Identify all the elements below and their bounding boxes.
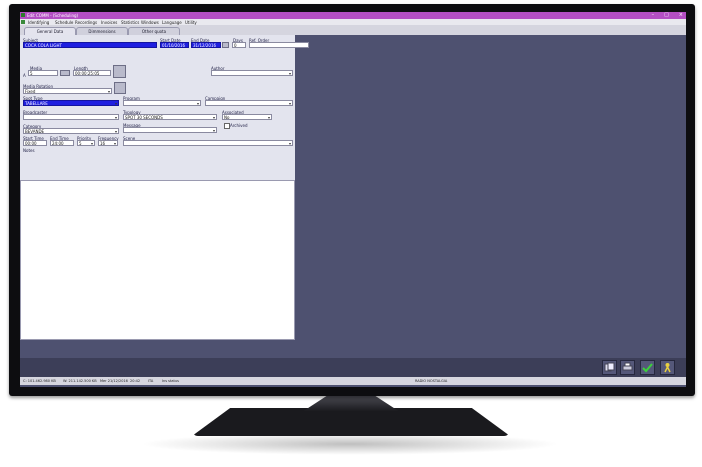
calendar-button[interactable] [222,42,229,48]
tab-strip: General Data Dimmensions Other quota [20,25,686,36]
action-bar [20,358,686,377]
status-time: 20:42 [130,379,141,383]
status-disk-c: C: 101.462.980 KB [23,379,56,383]
app-icon [21,13,25,17]
media-field[interactable]: 5 [28,70,58,76]
maximize-button[interactable]: □ [664,12,669,19]
window-title: Edit COMM - (Scheduling) [27,13,79,18]
author-select[interactable] [211,70,293,76]
archived-label: Archived [230,123,248,128]
campaign-select[interactable] [205,100,293,106]
monitor-stand-base [192,408,510,436]
days-field[interactable]: 0 [232,42,246,48]
start-time-field[interactable]: 00:00 [23,140,47,146]
print-icon[interactable] [620,360,635,375]
associated-select[interactable]: No [222,114,272,120]
broadcaster-select[interactable] [23,114,119,120]
status-language: ITA [148,379,154,383]
priority-select[interactable]: 5 [77,140,95,146]
rotation-settings-button[interactable] [114,82,126,94]
subject-field[interactable]: COCA COLA LIGHT [23,42,157,48]
start-date-field[interactable]: 01/10/2016 [160,42,189,48]
status-bar: C: 101.462.980 KB W: 211.142.500 KB Mer … [20,377,686,385]
confirm-icon[interactable] [640,360,655,375]
length-field[interactable]: 00:00:25:05 [73,70,111,76]
floor-shadow [140,433,560,455]
program-select[interactable] [123,100,201,106]
frequency-select[interactable]: 16 [98,140,118,146]
minimize-button[interactable]: – [652,12,655,19]
message-select[interactable] [123,127,217,133]
category-select[interactable]: BEVANDE [23,128,119,134]
scene-select[interactable] [123,140,293,146]
media-rotation-select[interactable]: Fixed [23,88,112,94]
end-date-field[interactable]: 31/12/2016 [191,42,221,48]
status-station: RADIO NOSTALGIA [415,379,448,383]
status-date: Mer 21/12/2016 [100,379,128,383]
media-prefix: A [23,73,26,78]
typology-select[interactable]: SPOT 30 SECONDS [123,114,217,120]
notes-textarea[interactable] [20,180,295,340]
end-time-field[interactable]: 24:00 [50,140,74,146]
menu-app-icon [21,20,25,24]
copy-icon[interactable] [602,360,617,375]
spot-type-select[interactable]: TABELLARE [23,100,119,106]
media-lookup-button[interactable] [60,70,70,76]
app-window: Edit COMM - (Scheduling) – □ × Identifyi… [20,12,686,387]
media-preview-button[interactable] [113,65,126,78]
notes-label: Notes [23,148,35,153]
status-disk-w: W: 211.142.500 KB [63,379,97,383]
exit-icon[interactable] [660,360,675,375]
ref-order-field[interactable] [249,42,309,48]
close-button[interactable]: × [679,12,683,19]
monitor-stand-neck [302,396,400,412]
status-insert: Ins status [162,379,179,383]
general-data-form: Subject COCA COLA LIGHT Start Date 01/10… [20,35,309,180]
title-bar: Edit COMM - (Scheduling) – □ × [20,12,686,19]
